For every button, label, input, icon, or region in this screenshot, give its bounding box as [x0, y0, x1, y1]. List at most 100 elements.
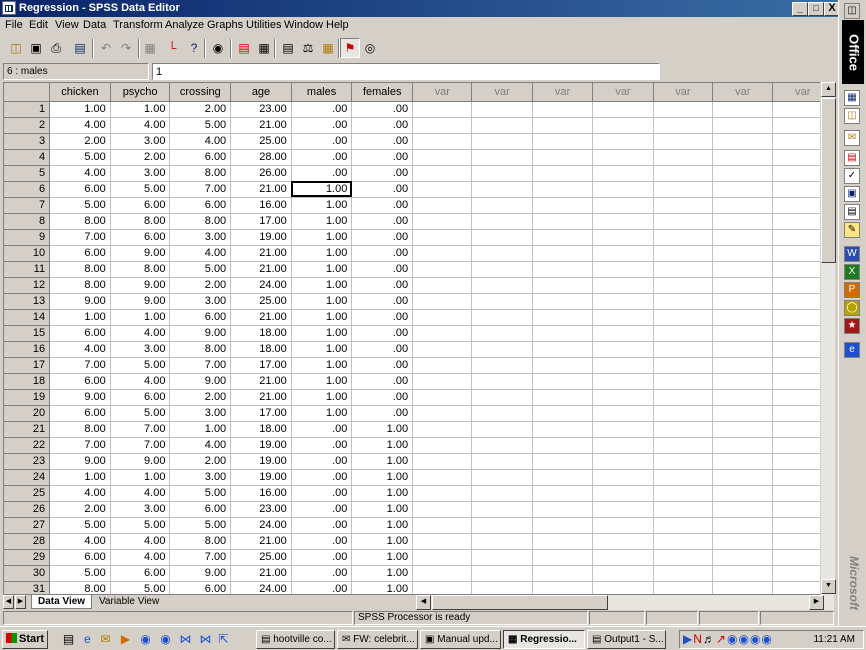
- media-icon[interactable]: ▶: [118, 632, 133, 647]
- data-cell[interactable]: [532, 149, 594, 166]
- data-cell[interactable]: 24.00: [230, 581, 292, 594]
- data-cell[interactable]: [532, 485, 594, 502]
- data-cell[interactable]: [471, 197, 533, 214]
- data-cell[interactable]: [653, 437, 714, 454]
- data-cell[interactable]: 21.00: [230, 117, 292, 134]
- data-cell[interactable]: 6.00: [49, 181, 111, 198]
- data-cell[interactable]: 17.00: [230, 405, 292, 422]
- data-cell[interactable]: .00: [351, 213, 414, 230]
- data-cell[interactable]: [412, 549, 473, 566]
- data-cell[interactable]: [412, 389, 473, 406]
- data-cell[interactable]: [592, 405, 654, 422]
- data-cell[interactable]: [712, 517, 774, 534]
- data-cell[interactable]: [532, 325, 594, 342]
- data-cell[interactable]: [592, 517, 654, 534]
- data-cell[interactable]: 6.00: [49, 373, 111, 390]
- data-cell[interactable]: 16.00: [230, 197, 292, 214]
- data-cell[interactable]: .00: [351, 277, 414, 294]
- data-cell[interactable]: [712, 325, 774, 342]
- data-cell[interactable]: 16.00: [230, 485, 292, 502]
- data-cell[interactable]: .00: [291, 437, 353, 454]
- data-cell[interactable]: .00: [351, 133, 414, 150]
- data-cell[interactable]: [712, 261, 774, 278]
- data-cell[interactable]: [592, 197, 654, 214]
- tab-next-icon[interactable]: ▶: [15, 595, 26, 609]
- data-cell[interactable]: [412, 213, 473, 230]
- row-number[interactable]: 1: [4, 101, 51, 118]
- taskbar-button[interactable]: ✉ FW: celebrit...: [337, 630, 418, 649]
- data-cell[interactable]: 3.00: [110, 501, 171, 518]
- data-cell[interactable]: [471, 229, 533, 246]
- data-cell[interactable]: [712, 453, 774, 470]
- hscroll-thumb[interactable]: [432, 595, 608, 610]
- data-cell[interactable]: [412, 245, 473, 262]
- data-cell[interactable]: [592, 501, 654, 518]
- data-cell[interactable]: 1.00: [49, 309, 111, 326]
- weight-cases-icon[interactable]: ⚖: [298, 38, 318, 58]
- app-icon-2[interactable]: ◉: [158, 632, 173, 647]
- row-number[interactable]: 30: [4, 565, 51, 582]
- data-cell[interactable]: [592, 581, 654, 594]
- data-cell[interactable]: [471, 469, 533, 486]
- data-cell[interactable]: 9.00: [169, 325, 232, 342]
- taskbar-button[interactable]: ▦ Regressio...: [503, 630, 585, 649]
- tray-icons[interactable]: ▶N♬↗◉◉◉◉: [683, 632, 773, 646]
- data-cell[interactable]: .00: [291, 485, 353, 502]
- data-cell[interactable]: [653, 469, 714, 486]
- data-cell[interactable]: 8.00: [169, 165, 232, 182]
- data-cell[interactable]: [532, 453, 594, 470]
- row-number[interactable]: 8: [4, 213, 51, 230]
- data-cell[interactable]: 3.00: [169, 293, 232, 310]
- row-number[interactable]: 20: [4, 405, 51, 422]
- data-cell[interactable]: [712, 549, 774, 566]
- row-number[interactable]: 24: [4, 469, 51, 486]
- data-cell[interactable]: .00: [351, 197, 414, 214]
- data-cell[interactable]: [471, 245, 533, 262]
- app-icon-5[interactable]: ⇱: [216, 632, 231, 647]
- data-cell[interactable]: .00: [351, 405, 414, 422]
- menu-help[interactable]: Help: [326, 19, 349, 31]
- minimize-button[interactable]: _: [792, 2, 808, 16]
- data-cell[interactable]: 3.00: [110, 165, 171, 182]
- data-cell[interactable]: 4.00: [110, 485, 171, 502]
- data-cell[interactable]: 7.00: [49, 229, 111, 246]
- empty-variable-header[interactable]: var: [653, 83, 714, 102]
- data-cell[interactable]: [592, 165, 654, 182]
- data-cell[interactable]: 1.00: [351, 549, 414, 566]
- data-cell[interactable]: .00: [351, 101, 414, 118]
- empty-variable-header[interactable]: var: [712, 83, 774, 102]
- data-cell[interactable]: 6.00: [110, 197, 171, 214]
- data-cell[interactable]: 6.00: [49, 549, 111, 566]
- data-cell[interactable]: 4.00: [169, 133, 232, 150]
- column-header-age[interactable]: age: [230, 83, 292, 102]
- data-cell[interactable]: 5.00: [110, 357, 171, 374]
- data-cell[interactable]: [712, 341, 774, 358]
- data-cell[interactable]: 7.00: [169, 181, 232, 198]
- data-cell[interactable]: [412, 357, 473, 374]
- data-cell[interactable]: [471, 133, 533, 150]
- data-cell[interactable]: 2.00: [49, 133, 111, 150]
- data-cell[interactable]: [412, 181, 473, 198]
- data-cell[interactable]: 3.00: [110, 341, 171, 358]
- scroll-left-icon[interactable]: ◀: [416, 595, 431, 610]
- data-cell[interactable]: 3.00: [169, 229, 232, 246]
- data-cell[interactable]: [592, 309, 654, 326]
- data-cell[interactable]: [592, 277, 654, 294]
- data-cell[interactable]: [412, 229, 473, 246]
- data-cell[interactable]: [653, 421, 714, 438]
- data-cell[interactable]: [532, 389, 594, 406]
- data-cell[interactable]: [412, 341, 473, 358]
- data-cell[interactable]: .00: [351, 293, 414, 310]
- data-cell[interactable]: 25.00: [230, 133, 292, 150]
- data-cell[interactable]: [653, 101, 714, 118]
- data-cell[interactable]: 1.00: [49, 469, 111, 486]
- data-cell[interactable]: [653, 357, 714, 374]
- data-cell[interactable]: [471, 453, 533, 470]
- data-cell[interactable]: 4.00: [49, 165, 111, 182]
- data-cell[interactable]: [653, 389, 714, 406]
- data-cell[interactable]: 1.00: [291, 229, 353, 246]
- data-cell[interactable]: 8.00: [169, 341, 232, 358]
- data-cell[interactable]: 3.00: [169, 469, 232, 486]
- data-cell[interactable]: [592, 421, 654, 438]
- data-cell[interactable]: [532, 517, 594, 534]
